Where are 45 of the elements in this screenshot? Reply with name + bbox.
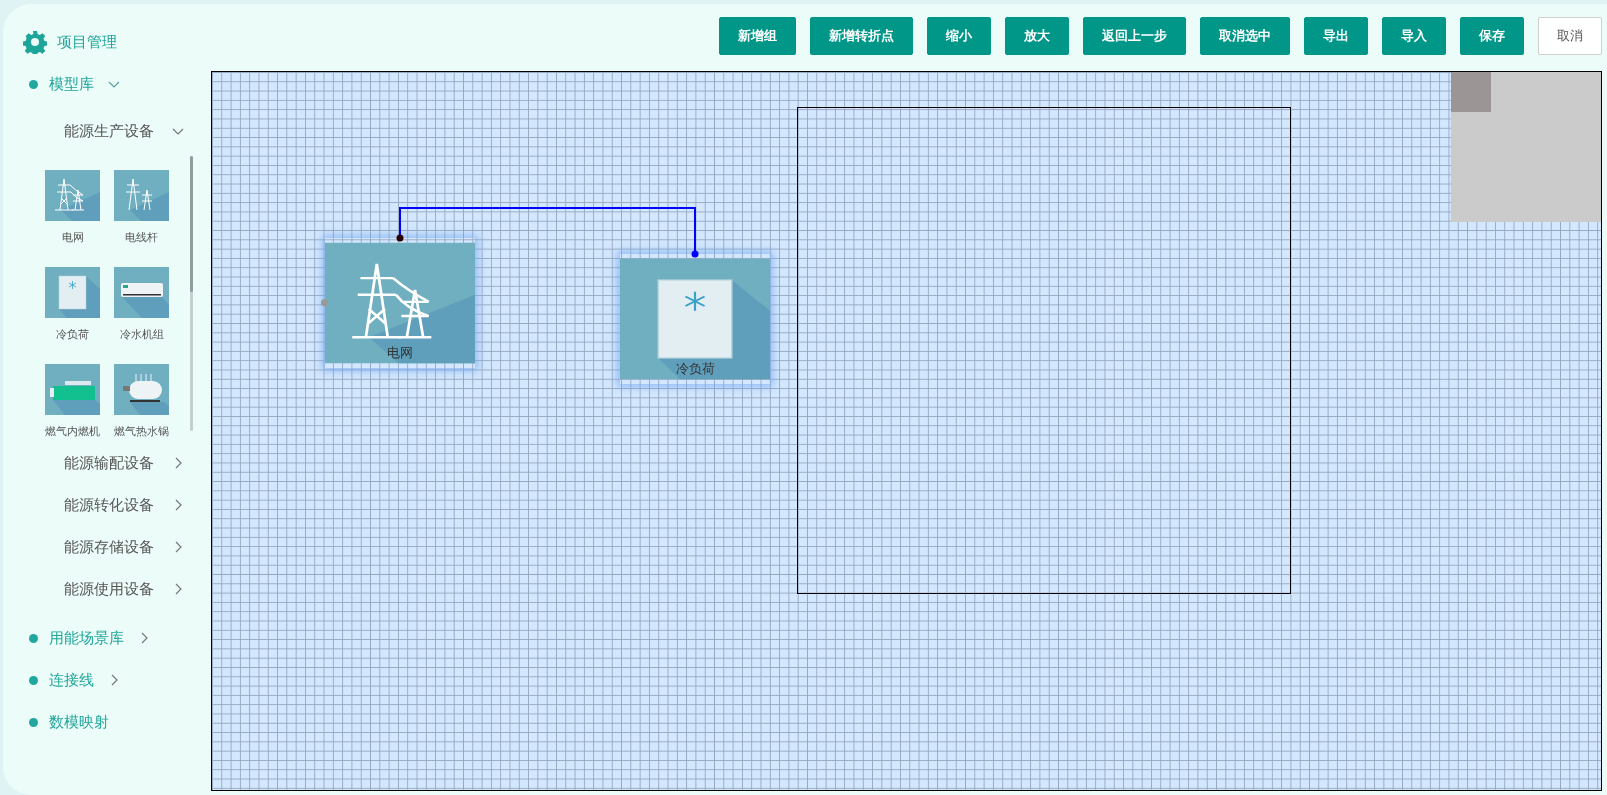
- toolbar-button[interactable]: 新增转折点: [810, 16, 913, 55]
- sidebar-section[interactable]: 用能场景库: [49, 628, 124, 648]
- sidebar-title: 项目管理: [57, 32, 117, 52]
- equipment-node[interactable]: 电网: [325, 238, 475, 368]
- bullet-icon: [29, 633, 38, 643]
- node-label: 冷负荷: [674, 360, 716, 378]
- model-label: 电网: [61, 230, 84, 245]
- sidebar-section[interactable]: 模型库: [49, 74, 94, 94]
- model-label: 冷水机组: [119, 327, 164, 342]
- air-conditioner-icon: [114, 267, 169, 318]
- sidebar-section[interactable]: 连接线: [49, 670, 94, 690]
- bullet-icon: [29, 717, 38, 727]
- connector-line[interactable]: [396, 207, 699, 258]
- engine-icon: [45, 364, 100, 415]
- category-item[interactable]: 能源生产设备: [64, 121, 154, 141]
- equipment-node[interactable]: 冷负荷: [620, 254, 770, 384]
- category-item[interactable]: 能源存储设备: [64, 537, 154, 557]
- category-item[interactable]: 能源输配设备: [64, 453, 154, 473]
- toolbar-button[interactable]: 导出: [1304, 16, 1368, 55]
- toolbar-button[interactable]: 返回上一步: [1083, 16, 1186, 55]
- scrollbar[interactable]: [190, 156, 193, 431]
- port-handle[interactable]: [321, 299, 328, 306]
- bullet-icon: [29, 675, 38, 685]
- category-item[interactable]: 能源使用设备: [64, 579, 154, 599]
- model-label: 燃气热水锅: [114, 424, 169, 439]
- transmission-tower-icon: [114, 170, 169, 221]
- toolbar-button[interactable]: 取消: [1538, 16, 1602, 55]
- boiler-tank-icon: [114, 364, 169, 415]
- bullet-icon: [29, 79, 38, 89]
- diagram-canvas[interactable]: 电网 冷负荷: [211, 71, 1602, 791]
- toolbar-button[interactable]: 导入: [1382, 16, 1446, 55]
- node-label: 电网: [386, 344, 414, 362]
- category-item[interactable]: 能源转化设备: [64, 495, 154, 515]
- toolbar-button[interactable]: 新增组: [719, 16, 796, 55]
- model-label: 燃气内燃机: [45, 424, 100, 439]
- model-label: 冷负荷: [56, 327, 89, 342]
- model-label: 电线杆: [125, 230, 158, 245]
- sidebar-section[interactable]: 数模映射: [49, 712, 109, 732]
- toolbar-button[interactable]: 保存: [1460, 16, 1524, 55]
- toolbar-button[interactable]: 取消选中: [1200, 16, 1290, 55]
- cold-load-cabinet-icon: [45, 267, 100, 318]
- toolbar-button[interactable]: 缩小: [927, 16, 991, 55]
- toolbar-button[interactable]: 放大: [1005, 16, 1069, 55]
- transmission-tower-icon: [45, 170, 100, 221]
- settings-icon: [23, 30, 47, 54]
